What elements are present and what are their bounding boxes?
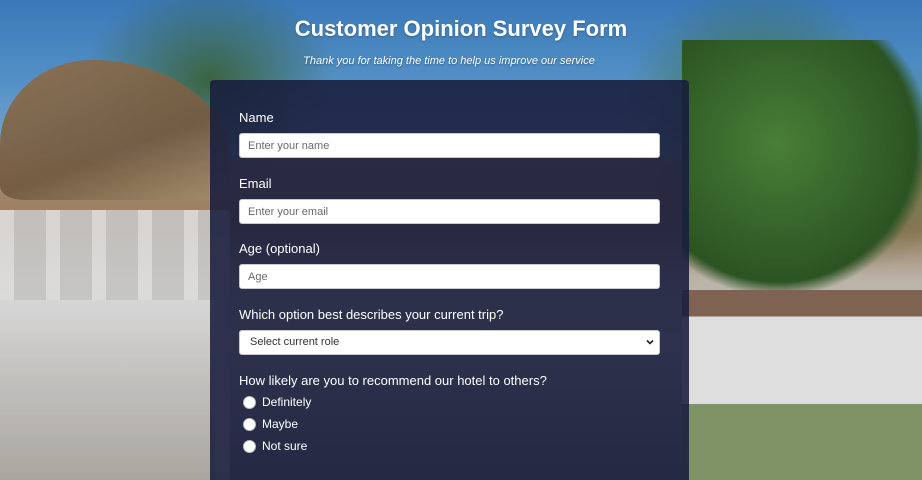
radio-option-definitely[interactable]: Definitely <box>243 391 660 413</box>
page-title: Customer Opinion Survey Form <box>294 16 628 41</box>
name-label: Name <box>239 110 274 125</box>
survey-form: Name Email Age (optional) Which option b… <box>210 80 689 480</box>
radio-option-maybe[interactable]: Maybe <box>243 413 660 435</box>
recommend-label: How likely are you to recommend our hote… <box>239 373 547 388</box>
trip-select-wrapper: Select current role <box>239 330 660 355</box>
email-group: Email <box>239 176 660 224</box>
radio-button[interactable] <box>243 439 256 453</box>
name-group: Name <box>239 110 660 158</box>
name-input[interactable] <box>239 133 660 158</box>
radio-label: Not sure <box>262 439 308 453</box>
email-input[interactable] <box>239 199 660 224</box>
age-group: Age (optional) <box>239 241 660 289</box>
radio-label: Definitely <box>262 395 312 409</box>
page-subtitle: Thank you for taking the time to help us… <box>303 55 595 67</box>
radio-button[interactable] <box>243 395 256 409</box>
recommend-group: How likely are you to recommend our hote… <box>239 373 660 457</box>
radio-label: Maybe <box>262 417 299 431</box>
trip-group: Which option best describes your current… <box>239 307 660 355</box>
email-label: Email <box>239 176 272 191</box>
radio-option-not-sure[interactable]: Not sure <box>243 435 660 457</box>
age-label: Age (optional) <box>239 241 320 256</box>
trip-label: Which option best describes your current… <box>239 307 504 322</box>
age-input[interactable] <box>239 264 660 289</box>
radio-button[interactable] <box>243 417 256 431</box>
trip-select[interactable]: Select current role <box>239 330 660 355</box>
